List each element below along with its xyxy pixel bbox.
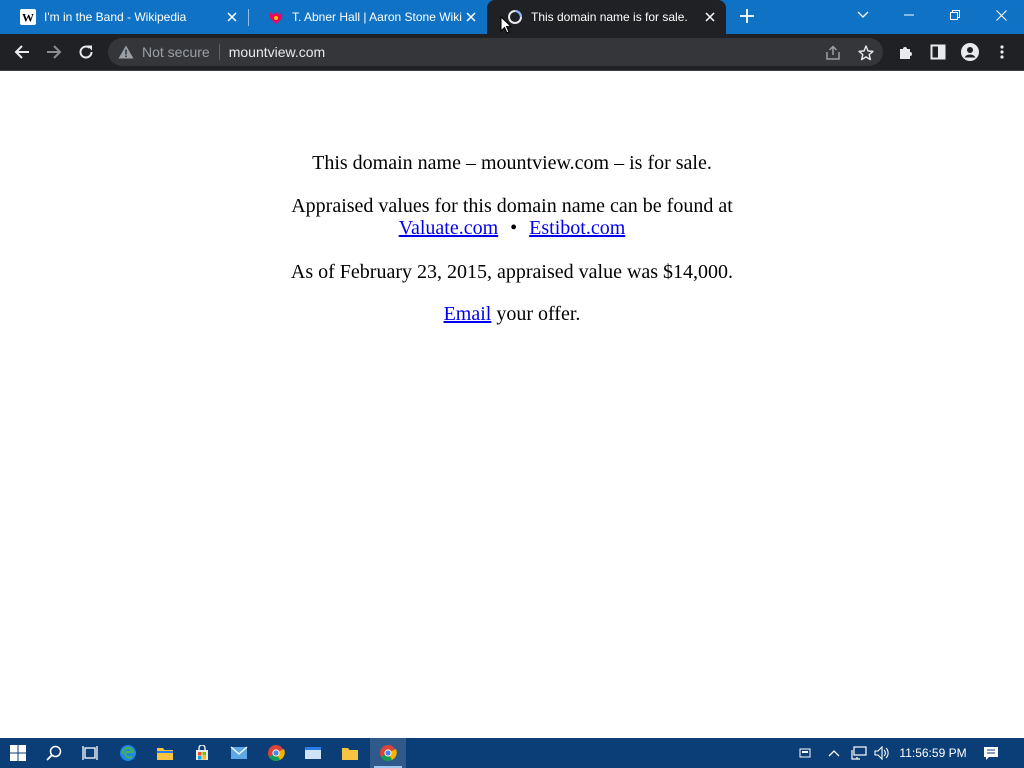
tab-fandom[interactable]: T. Abner Hall | Aaron Stone Wiki | Fando… (248, 0, 487, 34)
bookmark-star-icon[interactable] (857, 44, 875, 62)
keyboard-icon (799, 748, 811, 758)
network-button[interactable] (849, 738, 869, 768)
network-icon (851, 746, 867, 760)
taskbar: 11:56:59 PM (0, 738, 1024, 768)
profile-icon (961, 43, 979, 61)
close-tab-icon[interactable] (702, 9, 718, 25)
email-link[interactable]: Email (444, 303, 492, 325)
search-button[interactable] (36, 738, 72, 768)
action-center-button[interactable] (980, 738, 1002, 768)
volume-button[interactable] (872, 738, 892, 768)
email-offer-line: Email your offer. (0, 303, 1024, 326)
forward-arrow-icon (47, 45, 62, 59)
security-label[interactable]: Not secure (142, 44, 210, 60)
tab-title: This domain name is for sale. (531, 10, 688, 24)
store-icon (196, 745, 208, 760)
app-window-icon (305, 747, 321, 759)
taskbar-app[interactable] (295, 738, 331, 768)
taskbar-chrome-active[interactable] (370, 738, 406, 768)
restore-button[interactable] (932, 0, 978, 30)
url-text[interactable]: mountview.com (229, 44, 325, 60)
reload-icon (79, 45, 93, 59)
forward-button[interactable] (42, 40, 66, 64)
tab-strip: W I'm in the Band - Wikipedia T. Abner H… (0, 0, 1024, 34)
tab-wikipedia[interactable]: W I'm in the Band - Wikipedia (0, 0, 248, 34)
kebab-menu-icon (1000, 45, 1004, 59)
edge-icon (120, 745, 136, 761)
minimize-button[interactable] (886, 0, 932, 30)
appraised-values-text: Appraised values for this domain name ca… (291, 195, 733, 217)
svg-text:W: W (22, 11, 34, 25)
appraisal-links: Valuate.com • Estibot.com (0, 217, 1024, 240)
task-view-icon (82, 746, 98, 760)
share-icon[interactable] (824, 44, 842, 62)
estibot-link[interactable]: Estibot.com (529, 217, 625, 239)
warning-icon[interactable] (118, 44, 134, 60)
tab-domain-for-sale[interactable]: This domain name is for sale. (487, 0, 726, 34)
chevron-up-icon (828, 750, 840, 757)
divider (218, 44, 220, 60)
tab-title: T. Abner Hall | Aaron Stone Wiki | Fando… (292, 10, 463, 24)
reload-button[interactable] (74, 40, 98, 64)
back-arrow-icon (14, 45, 29, 59)
chevron-down-icon (857, 11, 869, 18)
mouse-cursor (500, 15, 513, 39)
profile-button[interactable] (958, 40, 982, 64)
tab-title: I'm in the Band - Wikipedia (44, 10, 187, 24)
side-panel-button[interactable] (926, 40, 950, 64)
valuate-link[interactable]: Valuate.com (399, 217, 498, 239)
taskbar-folder[interactable] (332, 738, 368, 768)
back-button[interactable] (10, 40, 34, 64)
puzzle-icon (900, 47, 912, 59)
chrome-icon (380, 745, 397, 761)
close-window-button[interactable] (978, 0, 1024, 30)
show-hidden-icons-button[interactable] (825, 738, 843, 768)
for-sale-heading: This domain name – mountview.com – is fo… (312, 152, 712, 174)
email-offer-text: your offer. (491, 303, 581, 325)
address-bar[interactable]: Not secure mountview.com (108, 38, 883, 66)
wikipedia-icon: W (20, 9, 36, 25)
speaker-icon (874, 746, 889, 760)
page-content: This domain name – mountview.com – is fo… (0, 71, 1024, 738)
notification-icon (984, 746, 998, 760)
taskbar-store[interactable] (184, 738, 220, 768)
minimize-icon (904, 14, 914, 16)
fandom-icon (268, 9, 284, 25)
language-indicator[interactable] (796, 738, 814, 768)
taskbar-chrome[interactable] (258, 738, 294, 768)
mail-icon (230, 746, 248, 759)
folder-icon (342, 748, 358, 760)
bullet-separator: • (510, 217, 518, 239)
start-button[interactable] (0, 738, 36, 768)
browser-toolbar: Not secure mountview.com (0, 34, 1024, 71)
taskbar-clock[interactable]: 11:56:59 PM (896, 738, 970, 768)
extensions-button[interactable] (894, 40, 918, 64)
chrome-icon (268, 745, 285, 761)
restore-icon (950, 10, 960, 20)
menu-button[interactable] (990, 40, 1014, 64)
close-icon (995, 9, 1007, 21)
taskbar-mail[interactable] (221, 738, 257, 768)
taskbar-edge[interactable] (110, 738, 146, 768)
file-explorer-icon (157, 748, 173, 760)
appraised-value-text: As of February 23, 2015, appraised value… (290, 261, 734, 283)
close-tab-icon[interactable] (224, 9, 240, 25)
task-view-button[interactable] (72, 738, 108, 768)
side-panel-icon (930, 44, 946, 60)
search-icon (46, 745, 62, 761)
tab-search-button[interactable] (840, 0, 886, 30)
windows-start-icon (10, 745, 26, 761)
taskbar-file-explorer[interactable] (147, 738, 183, 768)
close-tab-icon[interactable] (463, 9, 479, 25)
new-tab-button[interactable] (737, 7, 757, 27)
